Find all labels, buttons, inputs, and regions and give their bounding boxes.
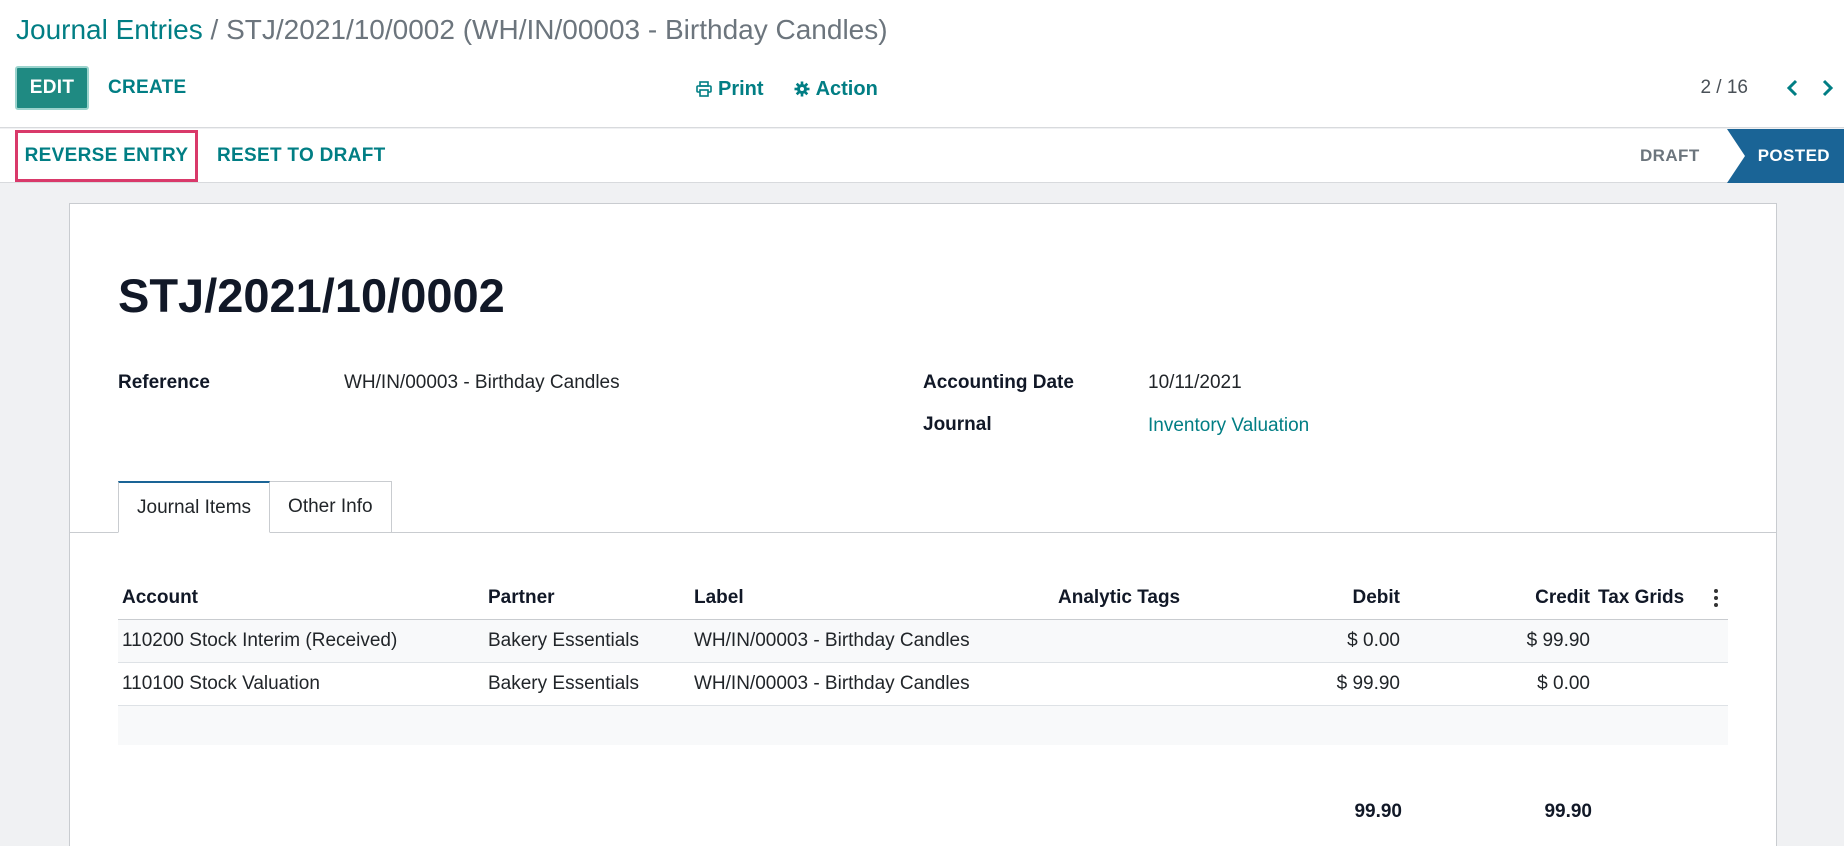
cell-debit: $ 99.90 — [1254, 662, 1404, 706]
optional-columns-toggle[interactable] — [1704, 577, 1728, 620]
create-button[interactable]: CREATE — [108, 66, 187, 110]
kebab-menu-icon — [1714, 588, 1718, 607]
statusbar: REVERSE ENTRY RESET TO DRAFT DRAFT POSTE… — [0, 129, 1844, 183]
cell-credit: $ 99.90 — [1404, 619, 1594, 663]
cell-label: WH/IN/00003 - Birthday Candles — [690, 662, 1054, 706]
gear-icon — [794, 81, 810, 97]
column-header-analytic-tags[interactable]: Analytic Tags — [1054, 577, 1254, 620]
accounting-date-value: 10/11/2021 — [1148, 372, 1242, 393]
cell-label: WH/IN/00003 - Birthday Candles — [690, 619, 1054, 663]
cell-analytic-tags — [1054, 619, 1254, 663]
status-draft[interactable]: DRAFT — [1640, 129, 1700, 183]
reference-value: WH/IN/00003 - Birthday Candles — [344, 372, 620, 393]
action-label: Action — [815, 77, 878, 100]
notebook-tabs: Journal Items Other Info — [118, 481, 392, 533]
cell-account: 110200 Stock Interim (Received) — [118, 619, 484, 663]
empty-table-row — [118, 705, 1728, 745]
edit-button[interactable]: EDIT — [15, 66, 89, 110]
cell-credit: $ 0.00 — [1404, 662, 1594, 706]
print-label: Print — [718, 77, 764, 100]
reset-to-draft-button[interactable]: RESET TO DRAFT — [217, 129, 386, 183]
journal-items-table: Account Partner Label Analytic Tags Debi… — [118, 577, 1728, 745]
tabs-divider — [70, 532, 1776, 533]
action-button[interactable]: Action — [794, 78, 878, 101]
cell-analytic-tags — [1054, 662, 1254, 706]
accounting-date-label: Accounting Date — [923, 372, 1074, 393]
cell-tax-grids — [1594, 662, 1704, 706]
reverse-entry-button[interactable]: REVERSE ENTRY — [15, 130, 198, 182]
table-row[interactable]: 110100 Stock Valuation Bakery Essentials… — [118, 662, 1728, 706]
table-header-row: Account Partner Label Analytic Tags Debi… — [118, 577, 1728, 620]
cell-options — [1704, 619, 1728, 663]
control-panel: Journal Entries / STJ/2021/10/0002 (WH/I… — [0, 0, 1844, 128]
tab-other-info[interactable]: Other Info — [270, 481, 392, 533]
cell-account: 110100 Stock Valuation — [118, 662, 484, 706]
status-posted[interactable]: POSTED — [1727, 129, 1844, 183]
cell-options — [1704, 662, 1728, 706]
print-button[interactable]: Print — [696, 78, 764, 101]
cell-partner: Bakery Essentials — [484, 619, 690, 663]
breadcrumb-current: STJ/2021/10/0002 (WH/IN/00003 - Birthday… — [226, 14, 888, 45]
total-credit: 99.90 — [1544, 801, 1592, 822]
cell-tax-grids — [1594, 619, 1704, 663]
pager-value[interactable]: 2 / 16 — [1700, 77, 1748, 99]
cell-partner: Bakery Essentials — [484, 662, 690, 706]
breadcrumb: Journal Entries / STJ/2021/10/0002 (WH/I… — [16, 14, 888, 46]
pager-previous-button[interactable] — [1776, 71, 1810, 105]
column-header-debit[interactable]: Debit — [1254, 577, 1404, 620]
sidebar-actions: Print Action — [696, 72, 878, 106]
print-icon — [696, 81, 712, 97]
total-debit: 99.90 — [1354, 801, 1402, 822]
table-row[interactable]: 110200 Stock Interim (Received) Bakery E… — [118, 619, 1728, 663]
form-sheet: STJ/2021/10/0002 Reference WH/IN/00003 -… — [69, 203, 1777, 846]
tab-journal-items[interactable]: Journal Items — [118, 481, 271, 533]
column-header-tax-grids[interactable]: Tax Grids — [1594, 577, 1704, 620]
breadcrumb-separator: / — [210, 14, 219, 45]
pager-next-button[interactable] — [1810, 71, 1844, 105]
chevron-right-icon — [1822, 79, 1834, 97]
column-header-account[interactable]: Account — [118, 577, 484, 620]
pager: 2 / 16 — [1700, 66, 1844, 110]
reference-label: Reference — [118, 372, 210, 393]
cell-debit: $ 0.00 — [1254, 619, 1404, 663]
breadcrumb-journal-entries-link[interactable]: Journal Entries — [16, 14, 203, 45]
chevron-left-icon — [1786, 79, 1798, 97]
column-header-label[interactable]: Label — [690, 577, 1054, 620]
column-header-credit[interactable]: Credit — [1404, 577, 1594, 620]
column-header-partner[interactable]: Partner — [484, 577, 690, 620]
journal-label: Journal — [923, 414, 992, 435]
journal-link[interactable]: Inventory Valuation — [1148, 415, 1309, 437]
journal-entry-name: STJ/2021/10/0002 — [118, 269, 505, 322]
